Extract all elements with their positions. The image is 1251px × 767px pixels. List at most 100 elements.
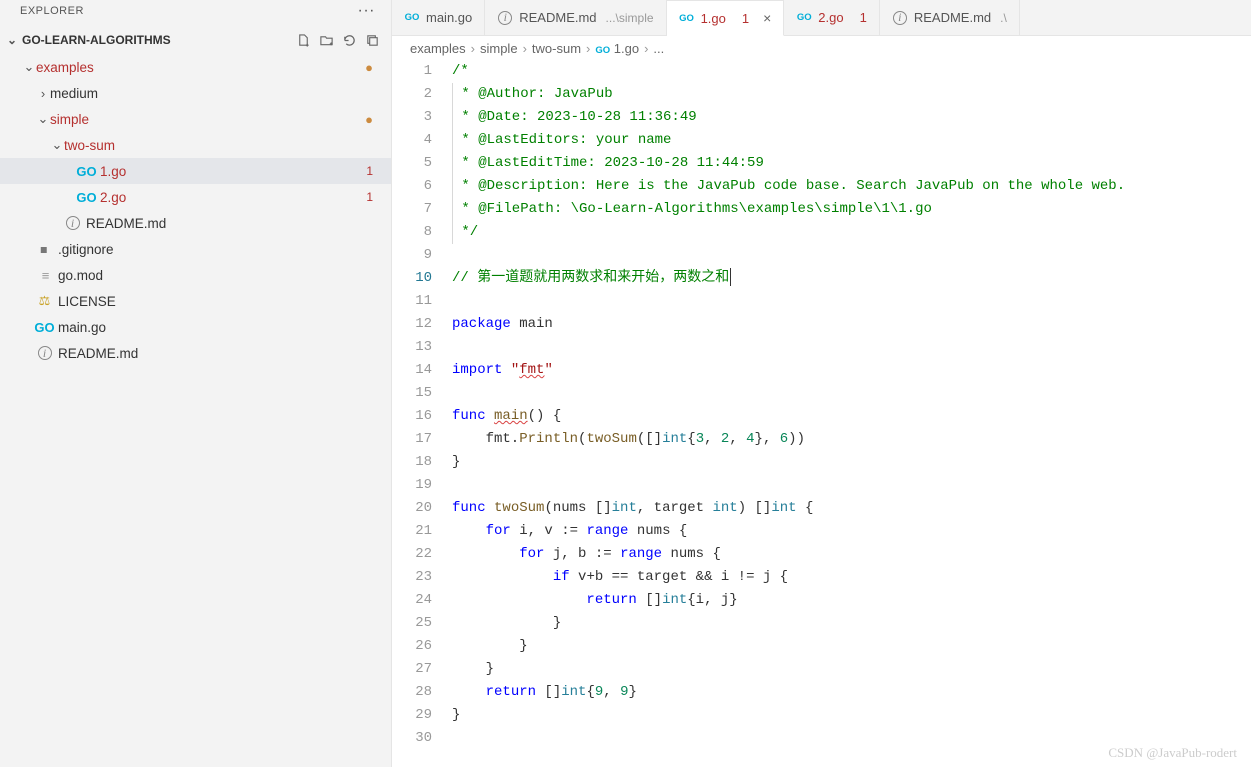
code-line[interactable]: /*	[452, 60, 1251, 83]
tab-1.go[interactable]: GO1.go1×	[667, 0, 785, 36]
file-.gitignore[interactable]: ◆.gitignore	[0, 236, 391, 262]
line-gutter: 1234567891011121314151617181920212223242…	[392, 60, 452, 767]
refresh-icon[interactable]	[338, 29, 360, 51]
new-file-icon[interactable]	[292, 29, 314, 51]
code-line[interactable]: */	[452, 221, 1251, 244]
explorer-title: EXPLORER	[20, 5, 84, 17]
file-tree: ⌄examples●›medium⌄simple●⌄two-sumGO1.go1…	[0, 54, 391, 767]
code-line[interactable]: fmt.Println(twoSum([]int{3, 2, 4}, 6))	[452, 428, 1251, 451]
collapse-icon[interactable]	[361, 29, 383, 51]
line-number: 4	[392, 129, 432, 152]
folder-two-sum[interactable]: ⌄two-sum	[0, 132, 391, 158]
code-line[interactable]	[452, 244, 1251, 267]
file-2.go[interactable]: GO2.go1	[0, 184, 391, 210]
code-line[interactable]: * @LastEditors: your name	[452, 129, 1251, 152]
tab-label: main.go	[426, 10, 472, 25]
code-line[interactable]: return []int{i, j}	[452, 589, 1251, 612]
folder-label: simple	[50, 112, 365, 127]
code-line[interactable]: func main() {	[452, 405, 1251, 428]
go-icon: GO	[679, 13, 695, 24]
breadcrumb[interactable]: examples›simple›two-sum›GO 1.go›...	[392, 36, 1251, 60]
close-icon[interactable]: ×	[763, 10, 771, 26]
file-label: go.mod	[58, 268, 373, 283]
code-editor[interactable]: 1234567891011121314151617181920212223242…	[392, 60, 1251, 767]
file-label: README.md	[58, 346, 373, 361]
code-line[interactable]	[452, 290, 1251, 313]
folder-examples[interactable]: ⌄examples●	[0, 54, 391, 80]
code-line[interactable]: }	[452, 451, 1251, 474]
tab-label: README.md	[914, 10, 991, 25]
code-line[interactable]: }	[452, 704, 1251, 727]
line-number: 8	[392, 221, 432, 244]
file-main.go[interactable]: GO main.go	[0, 314, 391, 340]
new-folder-icon[interactable]	[315, 29, 337, 51]
error-badge: 1	[366, 190, 373, 204]
code-line[interactable]: func twoSum(nums []int, target int) []in…	[452, 497, 1251, 520]
tab-2.go[interactable]: GO2.go1	[784, 0, 880, 35]
code-line[interactable]	[452, 474, 1251, 497]
tab-README.md[interactable]: i README.md .\	[880, 0, 1020, 35]
line-number: 30	[392, 727, 432, 750]
code-line[interactable]: for j, b := range nums {	[452, 543, 1251, 566]
code-line[interactable]: * @LastEditTime: 2023-10-28 11:44:59	[452, 152, 1251, 175]
file-label: README.md	[86, 216, 373, 231]
code-line[interactable]	[452, 382, 1251, 405]
tab-path: .\	[1000, 11, 1007, 25]
file-README.md[interactable]: i README.md	[0, 210, 391, 236]
line-number: 29	[392, 704, 432, 727]
code-line[interactable]: }	[452, 658, 1251, 681]
code-line[interactable]	[452, 336, 1251, 359]
error-badge: 1	[860, 10, 867, 25]
line-number: 20	[392, 497, 432, 520]
breadcrumb-item[interactable]: GO 1.go	[595, 41, 639, 56]
folder-label: medium	[50, 86, 373, 101]
file-README.md[interactable]: iREADME.md	[0, 340, 391, 366]
project-row[interactable]: ⌄ GO-LEARN-ALGORITHMS	[0, 26, 391, 54]
info-icon: i	[64, 215, 81, 232]
code-line[interactable]: // 第一道题就用两数求和来开始，两数之和	[452, 267, 1251, 290]
line-number: 14	[392, 359, 432, 382]
line-number: 25	[392, 612, 432, 635]
line-number: 2	[392, 83, 432, 106]
file-1.go[interactable]: GO1.go1	[0, 158, 391, 184]
more-icon[interactable]: ···	[350, 2, 383, 20]
code-line[interactable]: package main	[452, 313, 1251, 336]
folder-medium[interactable]: ›medium	[0, 80, 391, 106]
code-line[interactable]: * @Date: 2023-10-28 11:36:49	[452, 106, 1251, 129]
go-icon: GO	[595, 45, 610, 56]
line-number: 27	[392, 658, 432, 681]
breadcrumb-item[interactable]: examples	[410, 41, 466, 56]
breadcrumb-item[interactable]: ...	[653, 41, 664, 56]
go-icon: GO	[796, 12, 812, 23]
file-label: main.go	[58, 320, 373, 335]
line-number: 7	[392, 198, 432, 221]
folder-simple[interactable]: ⌄simple●	[0, 106, 391, 132]
line-number: 9	[392, 244, 432, 267]
code-line[interactable]: * @Description: Here is the JavaPub code…	[452, 175, 1251, 198]
info-icon: i	[892, 11, 908, 25]
error-badge: 1	[366, 164, 373, 178]
file-LICENSE[interactable]: ⚖LICENSE	[0, 288, 391, 314]
tab-README.md[interactable]: iREADME.md...\simple	[485, 0, 666, 35]
chevron-down-icon: ⌄	[50, 137, 64, 153]
modified-dot: ●	[365, 60, 373, 75]
line-number: 5	[392, 152, 432, 175]
line-number: 3	[392, 106, 432, 129]
file-go.mod[interactable]: ≡go.mod	[0, 262, 391, 288]
code-line[interactable]: }	[452, 635, 1251, 658]
code-line[interactable]: }	[452, 612, 1251, 635]
tab-label: README.md	[519, 10, 596, 25]
code-line[interactable]: * @FilePath: \Go-Learn-Algorithms\exampl…	[452, 198, 1251, 221]
code-line[interactable]: if v+b == target && i != j {	[452, 566, 1251, 589]
code-content[interactable]: /* * @Author: JavaPub * @Date: 2023-10-2…	[452, 60, 1251, 767]
breadcrumb-item[interactable]: two-sum	[532, 41, 581, 56]
tab-main.go[interactable]: GOmain.go	[392, 0, 485, 35]
code-line[interactable]: for i, v := range nums {	[452, 520, 1251, 543]
watermark: CSDN @JavaPub-rodert	[1108, 745, 1237, 761]
go-icon: GO	[36, 319, 53, 336]
code-line[interactable]: return []int{9, 9}	[452, 681, 1251, 704]
code-line[interactable]: import "fmt"	[452, 359, 1251, 382]
code-line[interactable]: * @Author: JavaPub	[452, 83, 1251, 106]
breadcrumb-item[interactable]: simple	[480, 41, 518, 56]
go-icon: GO	[78, 163, 95, 180]
